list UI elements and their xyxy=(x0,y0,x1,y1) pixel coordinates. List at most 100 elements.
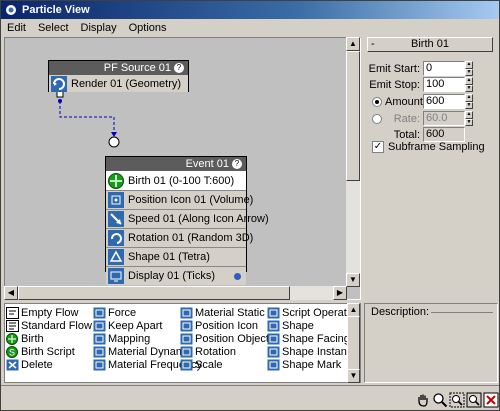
light-bulb-icon[interactable]: ? xyxy=(232,159,242,169)
subframe-label: Subframe Sampling xyxy=(388,141,485,153)
depot-item-birth-script[interactable]: S Birth Script xyxy=(6,345,93,358)
amount-spinner[interactable]: ▲ ▼ xyxy=(465,94,473,109)
operator-birth[interactable]: Birth 01 (0-100 T:600) xyxy=(106,171,246,190)
title-bar[interactable]: Particle View xyxy=(1,1,499,19)
depot-item-label: Position Icon xyxy=(195,319,258,332)
canvas-vertical-scrollbar[interactable]: ▲ ▼ xyxy=(346,37,360,287)
particle-view-window: Particle View Edit Select Display Option… xyxy=(0,0,500,411)
pf-source-header[interactable]: PF Source 01 ? xyxy=(49,61,188,75)
zoom-extents-icon[interactable] xyxy=(466,392,482,408)
operator-label: Shape 01 (Tetra) xyxy=(128,251,210,263)
depot-item-label: Keep Apart xyxy=(108,319,163,332)
scroll-down-arrow-icon[interactable]: ▼ xyxy=(347,369,360,383)
scroll-thumb[interactable] xyxy=(18,286,290,300)
operator-display[interactable]: Display 01 (Ticks) xyxy=(106,266,246,285)
depot-item-empty-flow[interactable]: Empty Flow xyxy=(6,306,93,319)
event-input-port[interactable] xyxy=(108,136,120,148)
subframe-row[interactable]: ✓ Subframe Sampling xyxy=(372,141,485,153)
menu-display[interactable]: Display xyxy=(75,22,123,34)
menu-select[interactable]: Select xyxy=(32,22,75,34)
canvas-horizontal-scrollbar[interactable]: ◀ ▶ xyxy=(4,286,347,300)
svg-text:S: S xyxy=(9,347,15,357)
operator-label: Birth 01 (0-100 T:600) xyxy=(128,174,235,187)
operator-label: Position Icon 01 (Volume) xyxy=(128,194,254,206)
wire-link[interactable] xyxy=(59,101,115,134)
event-01-node[interactable]: Event 01 ? Birth 01 (0-100 T:600) Positi… xyxy=(105,156,269,285)
emit-start-field[interactable]: 0 xyxy=(423,61,465,76)
operator-label: Rotation 01 (Random 3D) xyxy=(128,232,254,244)
event-01-header[interactable]: Event 01 ? xyxy=(106,157,246,171)
scroll-up-arrow-icon[interactable]: ▲ xyxy=(346,37,360,51)
depot-item-shape-instance[interactable]: Shape Instance xyxy=(267,345,358,358)
depot-item-position-object[interactable]: Position Object xyxy=(180,332,269,345)
depot-item-shape[interactable]: Shape xyxy=(267,319,352,332)
birth-icon xyxy=(6,332,19,345)
emit-stop-label: Emit Stop: xyxy=(369,78,420,91)
scroll-thumb[interactable] xyxy=(346,51,360,181)
total-value: 600 xyxy=(423,127,465,142)
shape-icon xyxy=(267,320,280,332)
depot-item-delete[interactable]: Delete xyxy=(6,358,93,371)
depot-item-force[interactable]: Force xyxy=(93,306,180,319)
amount-radio[interactable] xyxy=(372,96,382,107)
position-object-icon xyxy=(180,333,193,345)
depot-item-material-static[interactable]: Material Static xyxy=(180,306,267,319)
emit-start-label: Emit Start: xyxy=(368,62,420,75)
operator-shape[interactable]: Shape 01 (Tetra) xyxy=(106,247,246,266)
pf-source-title: PF Source 01 xyxy=(103,62,171,74)
scroll-left-arrow-icon[interactable]: ◀ xyxy=(4,286,18,300)
zoom-icon[interactable] xyxy=(432,392,448,408)
birth-script-icon: S xyxy=(6,345,19,358)
operator-render[interactable]: Render 01 (Geometry) xyxy=(49,75,188,92)
scroll-thumb[interactable] xyxy=(347,316,360,370)
event-display-canvas[interactable]: PF Source 01 ? Render 01 (Geometry) Even… xyxy=(4,37,361,300)
depot-item-script-operator[interactable]: Script Operator xyxy=(267,306,357,319)
depot-item-shape-facing[interactable]: Shape Facing xyxy=(267,332,352,345)
subframe-checkbox[interactable]: ✓ xyxy=(372,141,384,153)
operator-speed[interactable]: Speed 01 (Along Icon Arrow) xyxy=(106,209,269,228)
depot-item-material-dynamic[interactable]: Material Dynamic xyxy=(93,345,193,358)
emit-stop-field[interactable]: 100 xyxy=(423,77,465,92)
zoom-region-icon[interactable] xyxy=(449,392,465,408)
pan-hand-icon[interactable] xyxy=(415,392,431,408)
operator-position-icon[interactable]: Position Icon 01 (Volume) xyxy=(106,190,253,209)
scroll-up-arrow-icon[interactable]: ▲ xyxy=(347,303,360,317)
scroll-right-arrow-icon[interactable]: ▶ xyxy=(333,286,347,300)
menu-edit[interactable]: Edit xyxy=(1,22,32,34)
event-01-title: Event 01 xyxy=(185,158,229,170)
delete-x-icon[interactable] xyxy=(483,392,499,408)
bottom-toolbar xyxy=(1,385,499,410)
depot-item-standard-flow[interactable]: Standard Flow xyxy=(6,319,93,332)
scroll-down-arrow-icon[interactable]: ▼ xyxy=(346,273,360,287)
pf-source-node[interactable]: PF Source 01 ? Render 01 (Geometry) xyxy=(48,60,189,92)
birth-rollout-header[interactable]: - Birth 01 xyxy=(367,37,493,52)
depot-item-scale[interactable]: Scale xyxy=(180,358,267,371)
depot-item-keep-apart[interactable]: Keep Apart xyxy=(93,319,180,332)
rate-radio[interactable] xyxy=(372,113,382,124)
depot-item-birth[interactable]: Birth xyxy=(6,332,93,345)
depot-item-label: Scale xyxy=(195,358,223,371)
emit-start-spinner[interactable]: ▲ ▼ xyxy=(465,61,473,76)
collapse-minus-icon[interactable]: - xyxy=(371,38,375,51)
operator-rotation[interactable]: Rotation 01 (Random 3D) xyxy=(106,228,253,247)
amount-field[interactable]: 600 xyxy=(423,94,465,109)
depot-item-material-frequency[interactable]: Material Frequency xyxy=(93,358,202,371)
rotation-icon xyxy=(108,230,124,246)
render-icon xyxy=(51,75,67,92)
menu-options[interactable]: Options xyxy=(123,22,173,34)
depot-item-shape-mark[interactable]: Shape Mark xyxy=(267,358,352,371)
parameters-panel: - Birth 01 Emit Start: 0 ▲ ▼ Emit Stop: 1… xyxy=(364,37,498,300)
emit-stop-spinner[interactable]: ▲ ▼ xyxy=(465,77,473,92)
depot-item-mapping[interactable]: Mapping xyxy=(93,332,180,345)
depot-item-label: Birth Script xyxy=(21,345,75,358)
depot-vertical-scrollbar[interactable]: ▲ ▼ xyxy=(347,303,360,383)
depot-item-position-icon[interactable]: Position Icon xyxy=(180,319,267,332)
description-divider xyxy=(425,312,493,313)
display-color-swatch[interactable] xyxy=(234,273,241,280)
description-title: Description: xyxy=(369,306,432,318)
depot-item-rotation[interactable]: Rotation xyxy=(180,345,267,358)
light-bulb-icon[interactable]: ? xyxy=(174,63,184,73)
rate-spinner[interactable]: ▲ ▼ xyxy=(465,111,473,126)
rate-field[interactable]: 60.0 xyxy=(423,111,465,126)
amount-row: Amount: 600 ▲ ▼ xyxy=(372,94,473,109)
